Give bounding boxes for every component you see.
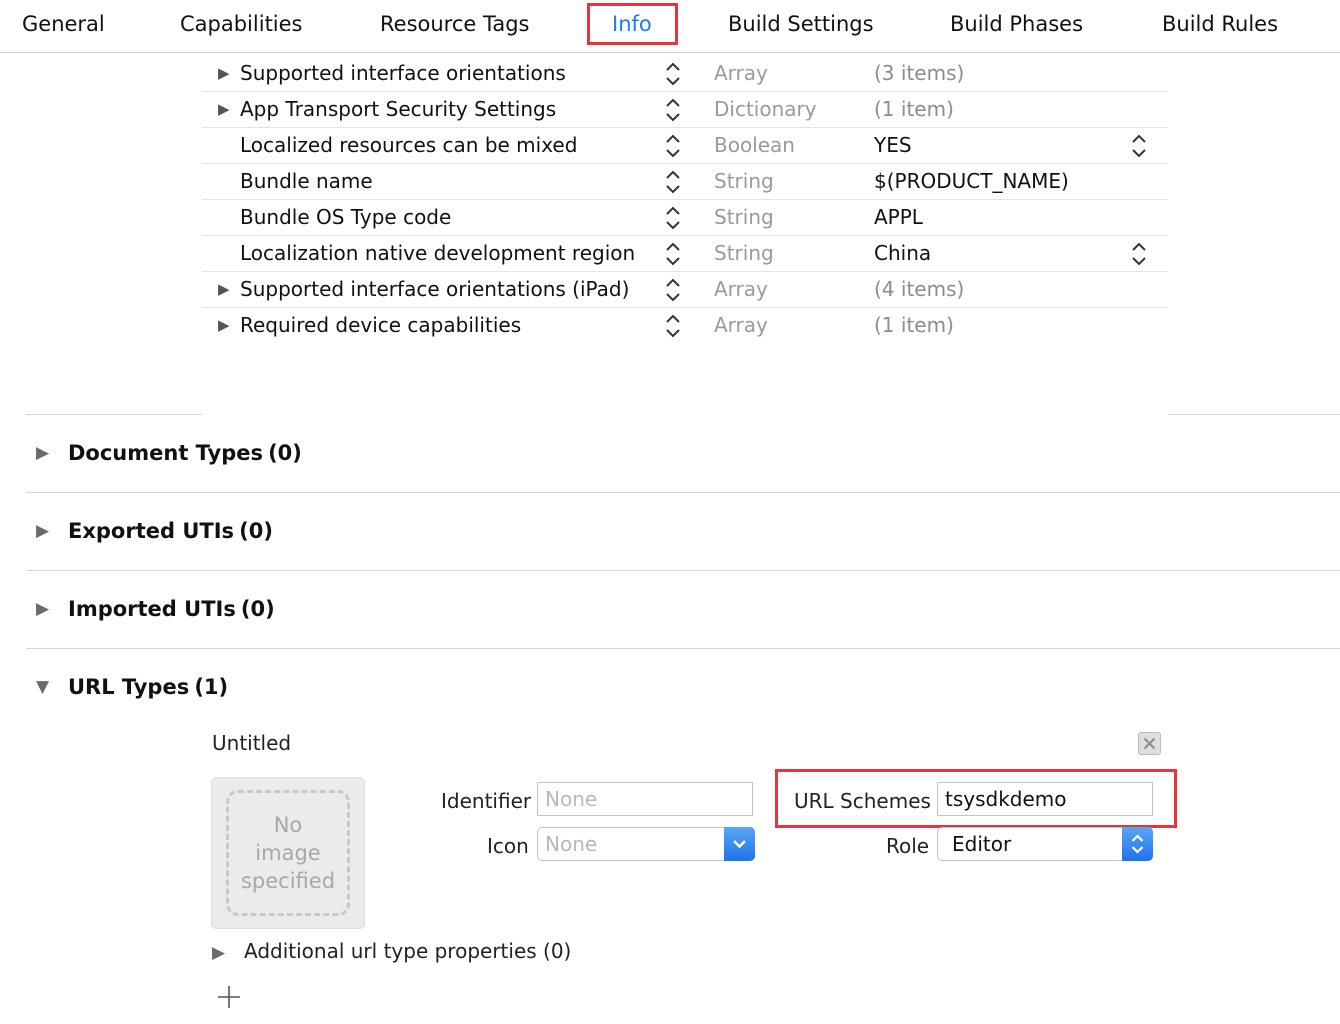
section-divider (26, 648, 1340, 649)
section-count: (0) (240, 597, 275, 621)
section-divider (26, 492, 1340, 493)
plist-row[interactable]: ▶ App Transport Security Settings Dictio… (202, 91, 1168, 128)
plist-row[interactable]: Localized resources can be mixed Boolean… (202, 127, 1168, 164)
disclosure-triangle-icon[interactable]: ▶ (218, 307, 230, 343)
disclosure-triangle-icon[interactable]: ▶ (36, 513, 68, 549)
plist-key: Localized resources can be mixed (240, 133, 578, 157)
plist-type[interactable]: String (714, 163, 774, 199)
role-popup[interactable]: Editor (937, 827, 1153, 861)
plist-value[interactable]: China (874, 235, 931, 271)
image-placeholder-text: image (255, 841, 321, 865)
section-exported-utis[interactable]: ▶ Exported UTIs (0) (36, 513, 273, 549)
plist-value[interactable]: APPL (874, 199, 923, 235)
role-label: Role (886, 834, 930, 858)
plist-type[interactable]: Array (714, 55, 768, 91)
add-url-type-button[interactable] (216, 984, 242, 1010)
plist-row[interactable]: Bundle OS Type code String APPL (202, 199, 1168, 236)
disclosure-triangle-icon[interactable]: ▶ (212, 943, 244, 963)
section-divider (26, 570, 1340, 571)
plist-row[interactable]: Bundle name String $(PRODUCT_NAME) (202, 163, 1168, 200)
plist-key: Supported interface orientations (240, 61, 566, 85)
key-popup-icon[interactable] (664, 203, 682, 233)
plist-value[interactable]: YES (874, 127, 912, 163)
tab-capabilities[interactable]: Capabilities (180, 0, 303, 48)
additional-properties-label: Additional url type properties (0) (244, 939, 572, 963)
tab-build-rules[interactable]: Build Rules (1162, 0, 1278, 48)
plist-type[interactable]: Array (714, 271, 768, 307)
section-title: Exported UTIs (68, 519, 235, 543)
icon-popup-value: None (545, 832, 598, 856)
section-title: Document Types (68, 441, 263, 465)
section-url-types[interactable]: ▼ URL Types (1) (36, 669, 228, 705)
image-placeholder-text: specified (240, 869, 336, 893)
plist-value: (4 items) (874, 277, 965, 301)
plus-icon (218, 986, 240, 1008)
additional-properties-row[interactable]: ▶ Additional url type properties (0) (212, 939, 571, 963)
role-popup-value: Editor (952, 832, 1012, 856)
plist-key: Required device capabilities (240, 313, 522, 337)
close-icon (1143, 737, 1156, 750)
key-popup-icon[interactable] (664, 239, 682, 269)
plist-type[interactable]: Boolean (714, 127, 795, 163)
url-schemes-field[interactable]: tsysdkdemo (937, 782, 1153, 816)
url-type-name: Untitled (212, 731, 292, 755)
disclosure-triangle-icon[interactable]: ▶ (218, 55, 230, 91)
section-divider (1168, 414, 1340, 415)
icon-popup[interactable]: None (537, 827, 755, 861)
disclosure-triangle-icon[interactable]: ▶ (36, 591, 68, 627)
plist-row[interactable]: ▶ Required device capabilities Array (1 … (202, 307, 1168, 343)
image-placeholder-text: No (273, 813, 303, 837)
key-popup-icon[interactable] (664, 167, 682, 197)
plist-value[interactable]: $(PRODUCT_NAME) (874, 163, 1069, 199)
key-popup-icon[interactable] (664, 275, 682, 305)
plist-type[interactable]: Array (714, 307, 768, 343)
section-count: (0) (268, 441, 302, 465)
tab-resource-tags[interactable]: Resource Tags (380, 0, 529, 48)
plist-value: (1 item) (874, 97, 954, 121)
value-popup-icon[interactable] (1130, 131, 1148, 161)
plist-type[interactable]: String (714, 199, 774, 235)
icon-label: Icon (487, 834, 529, 858)
key-popup-icon[interactable] (664, 95, 682, 125)
key-popup-icon[interactable] (664, 59, 682, 89)
section-document-types[interactable]: ▶ Document Types (0) (36, 435, 302, 471)
url-schemes-label: URL Schemes (794, 789, 931, 813)
disclosure-triangle-icon[interactable]: ▶ (218, 91, 230, 127)
plist-type[interactable]: String (714, 235, 774, 271)
plist-key: Supported interface orientations (iPad) (240, 277, 630, 301)
tab-general[interactable]: General (22, 0, 105, 48)
identifier-field[interactable]: None (537, 782, 753, 816)
value-popup-icon[interactable] (1130, 239, 1148, 269)
chevron-down-icon (724, 827, 755, 861)
disclosure-triangle-icon[interactable]: ▶ (36, 435, 68, 471)
key-popup-icon[interactable] (664, 131, 682, 161)
disclosure-triangle-open-icon[interactable]: ▼ (36, 669, 68, 705)
remove-url-type-button[interactable] (1138, 732, 1161, 755)
plist-row[interactable]: ▶ Supported interface orientations (iPad… (202, 271, 1168, 308)
section-title: Imported UTIs (68, 597, 236, 621)
identifier-label: Identifier (441, 789, 532, 813)
disclosure-triangle-icon[interactable]: ▶ (218, 271, 230, 307)
plist-key: App Transport Security Settings (240, 97, 557, 121)
section-count: (1) (194, 675, 229, 699)
tab-build-settings[interactable]: Build Settings (728, 0, 874, 48)
plist-key: Bundle OS Type code (240, 205, 452, 229)
plist-value: (1 item) (874, 313, 954, 337)
plist-key: Bundle name (240, 169, 373, 193)
section-title: URL Types (68, 675, 190, 699)
tab-build-phases[interactable]: Build Phases (950, 0, 1083, 48)
section-divider (26, 414, 202, 415)
info-tab-highlight (587, 3, 678, 45)
url-type-image-well[interactable]: No image specified (211, 777, 365, 929)
plist-type[interactable]: Dictionary (714, 91, 817, 127)
key-popup-icon[interactable] (664, 311, 682, 341)
chevron-updown-icon (1122, 827, 1153, 861)
plist-value: (3 items) (874, 61, 965, 85)
plist-key: Localization native development region (240, 241, 636, 265)
section-count: (0) (239, 519, 273, 543)
plist-row[interactable]: ▶ Supported interface orientations Array… (202, 55, 1168, 92)
section-imported-utis[interactable]: ▶ Imported UTIs (0) (36, 591, 275, 627)
plist-row[interactable]: Localization native development region S… (202, 235, 1168, 272)
